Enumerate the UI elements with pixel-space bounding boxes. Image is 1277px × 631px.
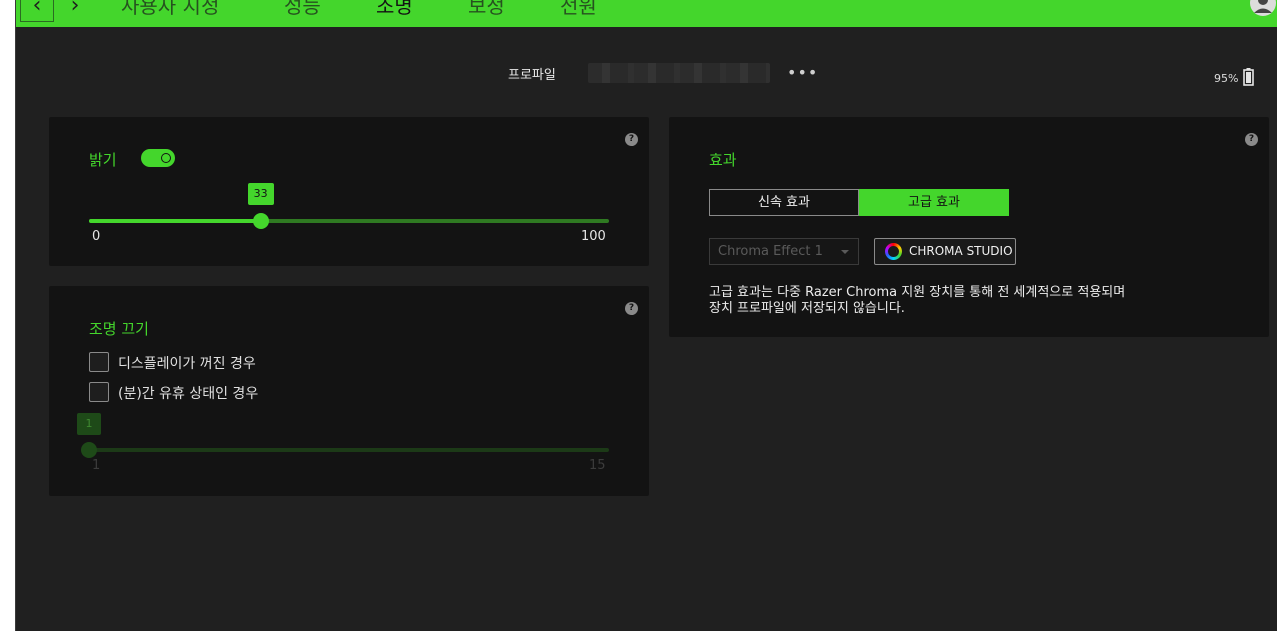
effects-panel: ? 효과 신속 효과 고급 효과 Chroma Effect 1 CHROMA … — [669, 117, 1269, 337]
lighting-off-title: 조명 끄기 — [89, 320, 149, 338]
advanced-effects-tab[interactable]: 고급 효과 — [859, 189, 1009, 216]
user-avatar-icon[interactable] — [1250, 0, 1276, 18]
back-arrow-icon[interactable]: ‹ — [20, 0, 54, 22]
brightness-slider-thumb[interactable] — [252, 213, 269, 229]
tab-lighting[interactable]: 조명 — [376, 0, 413, 19]
more-options-icon[interactable]: ••• — [787, 63, 818, 83]
quick-effects-tab[interactable]: 신속 효과 — [709, 189, 859, 216]
idle-slider-track — [89, 448, 609, 452]
brightness-title: 밝기 — [89, 151, 117, 169]
tab-performance[interactable]: 성능 — [284, 0, 321, 19]
help-icon[interactable]: ? — [1245, 133, 1258, 146]
battery-percent: 95% — [1214, 72, 1239, 85]
chroma-logo-icon — [885, 243, 902, 260]
idle-minutes-badge: 1 — [77, 413, 101, 435]
brightness-max-label: 100 — [581, 229, 606, 244]
advanced-effects-description-line1: 고급 효과는 다중 Razer Chroma 지원 장치를 통해 전 세계적으로… — [709, 285, 1126, 300]
chroma-effect-dropdown: Chroma Effect 1 — [709, 238, 859, 265]
advanced-effects-description-line2: 장치 프로파일에 저장되지 않습니다. — [709, 301, 905, 316]
tab-customize[interactable]: 사용자 지정 — [121, 0, 219, 19]
help-icon[interactable]: ? — [625, 302, 638, 315]
battery-icon — [1243, 68, 1254, 86]
lighting-off-panel: ? 조명 끄기 디스플레이가 꺼진 경우 (분)간 유휴 상태인 경우 1 1 … — [49, 286, 649, 496]
chevron-down-icon — [841, 250, 849, 254]
profile-label: 프로파일 — [508, 68, 556, 83]
idle-slider-thumb — [81, 442, 97, 458]
brightness-toggle[interactable] — [141, 149, 175, 167]
brightness-panel: ? 밝기 33 0 100 — [49, 117, 649, 266]
synapse-window: ‹ › 사용자 지정 성능 조명 보정 전원 프로파일 ••• 95% ? 밝기… — [15, 0, 1277, 631]
idle-checkbox[interactable] — [89, 382, 109, 402]
brightness-slider-fill — [89, 219, 261, 223]
display-off-label: 디스플레이가 꺼진 경우 — [118, 356, 256, 372]
chroma-effect-dropdown-value: Chroma Effect 1 — [718, 244, 823, 259]
brightness-min-label: 0 — [92, 229, 101, 244]
idle-label: (분)간 유휴 상태인 경우 — [118, 386, 259, 402]
chroma-studio-button[interactable]: CHROMA STUDIO — [874, 238, 1016, 265]
profile-name-field[interactable] — [588, 63, 770, 83]
brightness-value-badge: 33 — [247, 183, 274, 205]
idle-max-label: 15 — [589, 458, 606, 473]
forward-arrow-icon[interactable]: › — [58, 0, 92, 22]
effects-title: 효과 — [709, 151, 737, 169]
top-nav-bar: ‹ › 사용자 지정 성능 조명 보정 전원 — [16, 0, 1277, 27]
display-off-checkbox[interactable] — [89, 352, 109, 372]
idle-min-label: 1 — [92, 458, 101, 473]
tab-calibration[interactable]: 보정 — [468, 0, 505, 19]
tab-power[interactable]: 전원 — [560, 0, 597, 19]
chroma-studio-label: CHROMA STUDIO — [909, 244, 1013, 258]
help-icon[interactable]: ? — [625, 133, 638, 146]
